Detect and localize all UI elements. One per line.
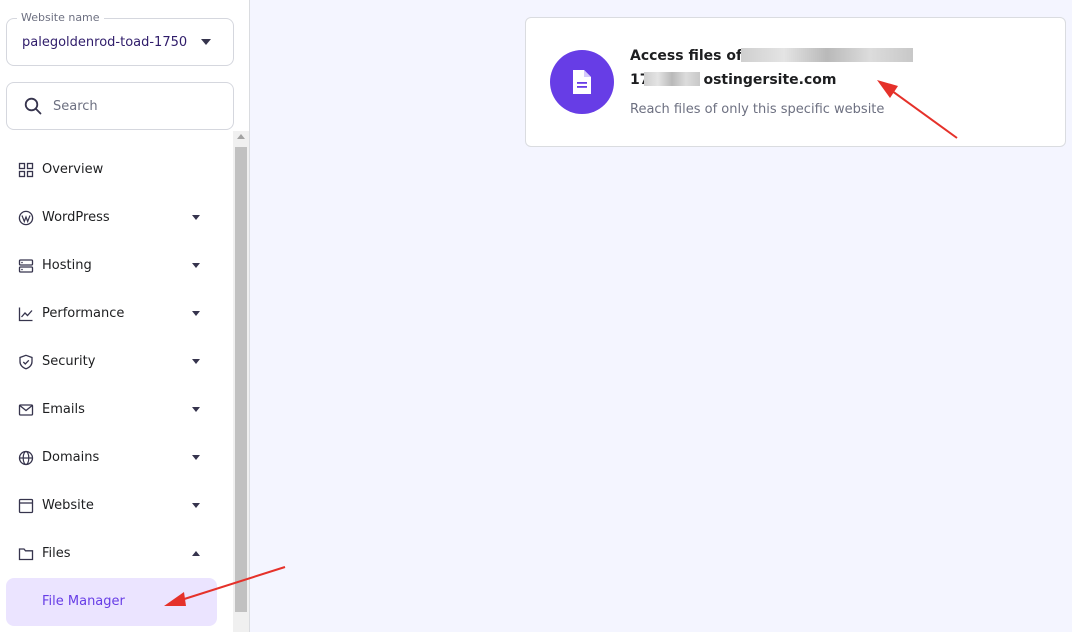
redacted-blur-line2	[644, 72, 700, 86]
chevron-down-icon	[192, 455, 200, 460]
chevron-down-icon	[201, 39, 211, 45]
folder-icon	[18, 548, 34, 561]
globe-icon	[18, 450, 34, 466]
redacted-blur-line1	[741, 48, 913, 62]
sidebar-item-overview[interactable]: Overview	[6, 146, 217, 194]
sidebar-item-emails[interactable]: Emails	[6, 386, 217, 434]
chevron-down-icon	[192, 503, 200, 508]
sidebar-item-domains[interactable]: Domains	[6, 434, 217, 482]
sidebar-item-files[interactable]: Files	[6, 530, 217, 578]
chevron-down-icon	[192, 215, 200, 220]
sidebar-item-security[interactable]: Security	[6, 338, 217, 386]
server-icon	[18, 259, 34, 273]
sidebar-item-label: Hosting	[42, 258, 92, 273]
browser-window-icon	[18, 498, 34, 514]
website-name-select[interactable]: Website name palegoldenrod-toad-175018	[6, 11, 234, 66]
sidebar-item-label: Security	[42, 354, 96, 369]
chevron-down-icon	[192, 311, 200, 316]
chevron-down-icon	[192, 407, 200, 412]
sidebar-item-label: Files	[42, 546, 71, 561]
sidebar-item-label: Performance	[42, 306, 125, 321]
mail-icon	[18, 404, 34, 416]
sidebar-item-wordpress[interactable]: WordPress	[6, 194, 217, 242]
search-icon	[24, 97, 42, 115]
sidebar-item-label: Emails	[42, 402, 85, 417]
chevron-down-icon	[192, 359, 200, 364]
sidebar: Website name palegoldenrod-toad-175018 O…	[0, 0, 250, 632]
chevron-down-icon	[192, 263, 200, 268]
search-box[interactable]	[6, 82, 234, 130]
scroll-up-arrow-icon[interactable]	[237, 134, 245, 139]
shield-icon	[19, 354, 33, 370]
chart-line-icon	[18, 307, 33, 322]
website-name-value: palegoldenrod-toad-175018	[22, 35, 188, 50]
sidebar-scroll-thumb[interactable]	[235, 147, 247, 612]
card-title-line2-domain: ostingersite.com	[703, 72, 837, 88]
file-icon-circle	[550, 50, 614, 114]
sidebar-item-label: Domains	[42, 450, 100, 465]
card-description: Reach files of only this specific websit…	[630, 102, 885, 117]
wordpress-icon	[18, 210, 34, 226]
sidebar-subitem-label: File Manager	[42, 594, 125, 609]
sidebar-item-label: WordPress	[42, 210, 110, 225]
chevron-up-icon	[192, 551, 200, 556]
sidebar-item-label: Overview	[42, 162, 104, 177]
access-files-card[interactable]: Access files of 17 ostingersite.com Reach…	[525, 17, 1066, 147]
sidebar-item-performance[interactable]: Performance	[6, 290, 217, 338]
file-icon	[573, 70, 591, 94]
sidebar-item-hosting[interactable]: Hosting	[6, 242, 217, 290]
grid-icon	[18, 162, 34, 178]
sidebar-subitem-file-manager[interactable]: File Manager	[6, 578, 217, 626]
sidebar-item-website[interactable]: Website	[6, 482, 217, 530]
sidebar-item-label: Website	[42, 498, 94, 513]
search-input[interactable]	[53, 96, 213, 116]
website-name-legend: Website name	[17, 11, 104, 25]
